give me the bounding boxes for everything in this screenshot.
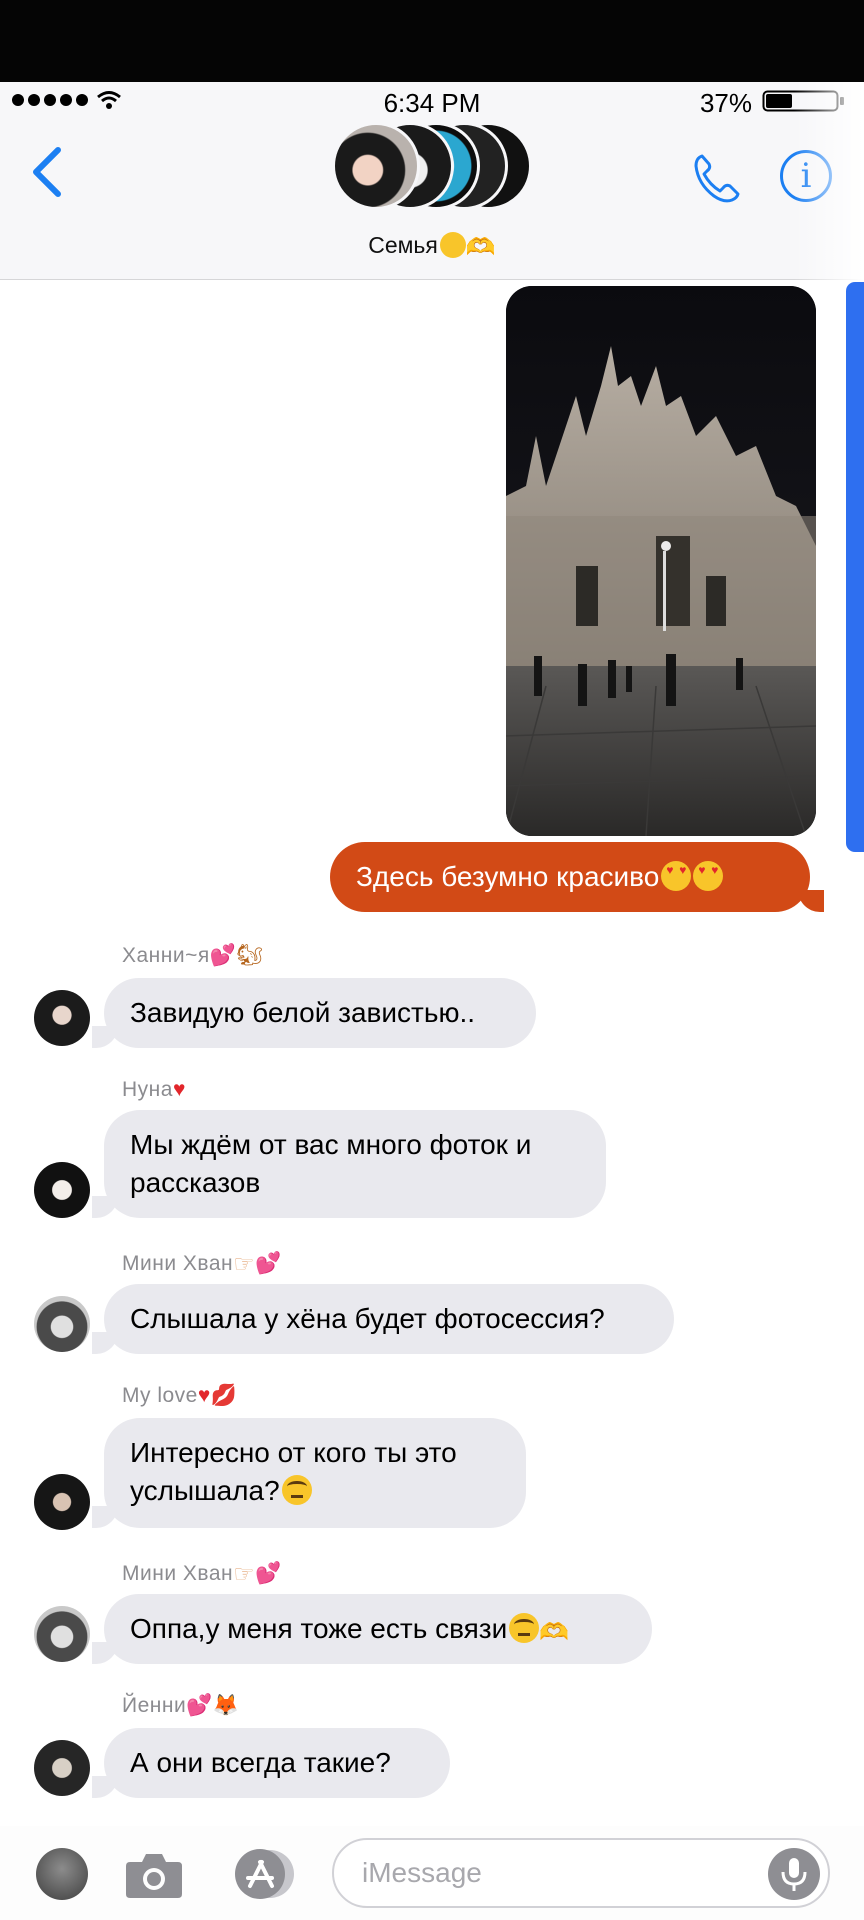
eye-roll-emoji [281,1475,312,1505]
message-text-line: А они всегда такие? [130,1747,391,1778]
cathedral-night-image [506,286,816,836]
sender-name-text: Нуна [122,1078,173,1101]
heart-hands-emoji: 🫶 [539,1619,570,1646]
sender-name-text: Мини Хван [122,1562,234,1585]
camera-icon[interactable] [124,1848,184,1900]
sender-avatar[interactable] [34,1740,90,1796]
two-hearts-emoji: 💕 [255,1562,282,1585]
sender-avatar[interactable] [34,990,90,1046]
app-store-icon[interactable] [226,1848,296,1900]
message-composer-bar: iMessage [0,1826,864,1920]
sender-avatar[interactable] [34,1162,90,1218]
sender-avatar[interactable] [34,1474,90,1530]
message-text-line: Оппа,у меня тоже есть связи [130,1613,508,1644]
memoji-avatar-button[interactable] [36,1848,88,1900]
message-text-line: рассказов [130,1167,261,1198]
top-black-band [0,0,864,82]
sender-avatar[interactable] [34,1606,90,1662]
shared-photo-cathedral[interactable] [506,286,816,836]
incoming-message-bubble[interactable]: Оппа,у меня тоже есть связи 🫶 [92,1594,652,1664]
red-heart-emoji: ♥ [172,1078,186,1101]
group-name-text: Семья [368,232,438,258]
microphone-icon[interactable] [768,1848,820,1900]
scroll-indicator[interactable] [846,282,864,852]
group-avatar-stack[interactable] [332,122,532,210]
heart-eyes-emoji [693,861,724,891]
sender-name: Мини Хван☞💕 [122,1250,282,1279]
header-edge-highlight [794,82,864,280]
two-hearts-emoji: 💕 [186,1694,213,1717]
heart-eyes-emoji [661,861,692,891]
pointing-hand-emoji: ☞ [233,1561,256,1588]
incoming-message-bubble[interactable]: А они всегда такие? [92,1728,450,1798]
squirrel-emoji: 🐿 [236,944,264,967]
fox-emoji: 🦊 [212,1694,240,1717]
battery-percentage: 37% [699,88,752,118]
group-avatar [332,122,420,210]
incoming-message-bubble[interactable]: Мы ждём от вас много фоток и рассказов [92,1110,606,1218]
incoming-message-bubble[interactable]: Интересно от кого ты это услышала? [92,1418,526,1528]
sender-avatar[interactable] [34,1296,90,1352]
outgoing-message-text: Здесь безумно красиво [356,861,660,892]
input-placeholder: iMessage [362,1857,482,1888]
outgoing-message-bubble[interactable]: Здесь безумно красиво [330,842,824,912]
red-heart-emoji: ♥ [197,1384,211,1407]
incoming-message-bubble[interactable]: Слышала у хёна будет фотосессия? [92,1284,674,1354]
sender-name-text: My love [122,1384,198,1407]
pointing-hand-emoji: ☞ [233,1251,256,1278]
sender-name: My love♥💋 [122,1384,237,1408]
sender-name-text: Мини Хван [122,1252,234,1275]
back-chevron-icon[interactable] [28,144,68,200]
two-hearts-emoji: 💕 [209,944,237,967]
message-text-line: услышала? [130,1475,280,1506]
sender-name-text: Ханни~я [122,944,210,967]
heart-hands-emoji: 🫶 [465,234,496,261]
sender-name-text: Йенни [122,1694,187,1717]
incoming-message-bubble[interactable]: Завидую белой завистью.. [92,978,536,1048]
two-hearts-emoji: 💕 [255,1252,282,1275]
message-text-line: Интересно от кого ты это [130,1437,457,1468]
message-text-line: Завидую белой завистью.. [130,997,476,1028]
chat-header: 6:34 PM 37% Семья🫶 i [0,82,864,280]
relieved-face-emoji [439,232,466,258]
message-text-line: Слышала у хёна будет фотосессия? [130,1303,605,1334]
sender-name: Нуна♥ [122,1078,186,1102]
group-name[interactable]: Семья 🫶 [0,232,864,262]
message-text-line: Мы ждём от вас много фоток и [130,1129,532,1160]
kiss-mark-emoji: 💋 [210,1384,238,1407]
phone-icon[interactable] [688,150,744,206]
imessage-input[interactable]: iMessage [332,1838,830,1908]
status-bar: 6:34 PM 37% [0,82,864,122]
sender-name: Йенни💕🦊 [122,1694,240,1718]
eye-roll-emoji [509,1613,540,1643]
sender-name: Мини Хван☞💕 [122,1560,282,1589]
sender-name: Ханни~я💕🐿 [122,944,264,968]
